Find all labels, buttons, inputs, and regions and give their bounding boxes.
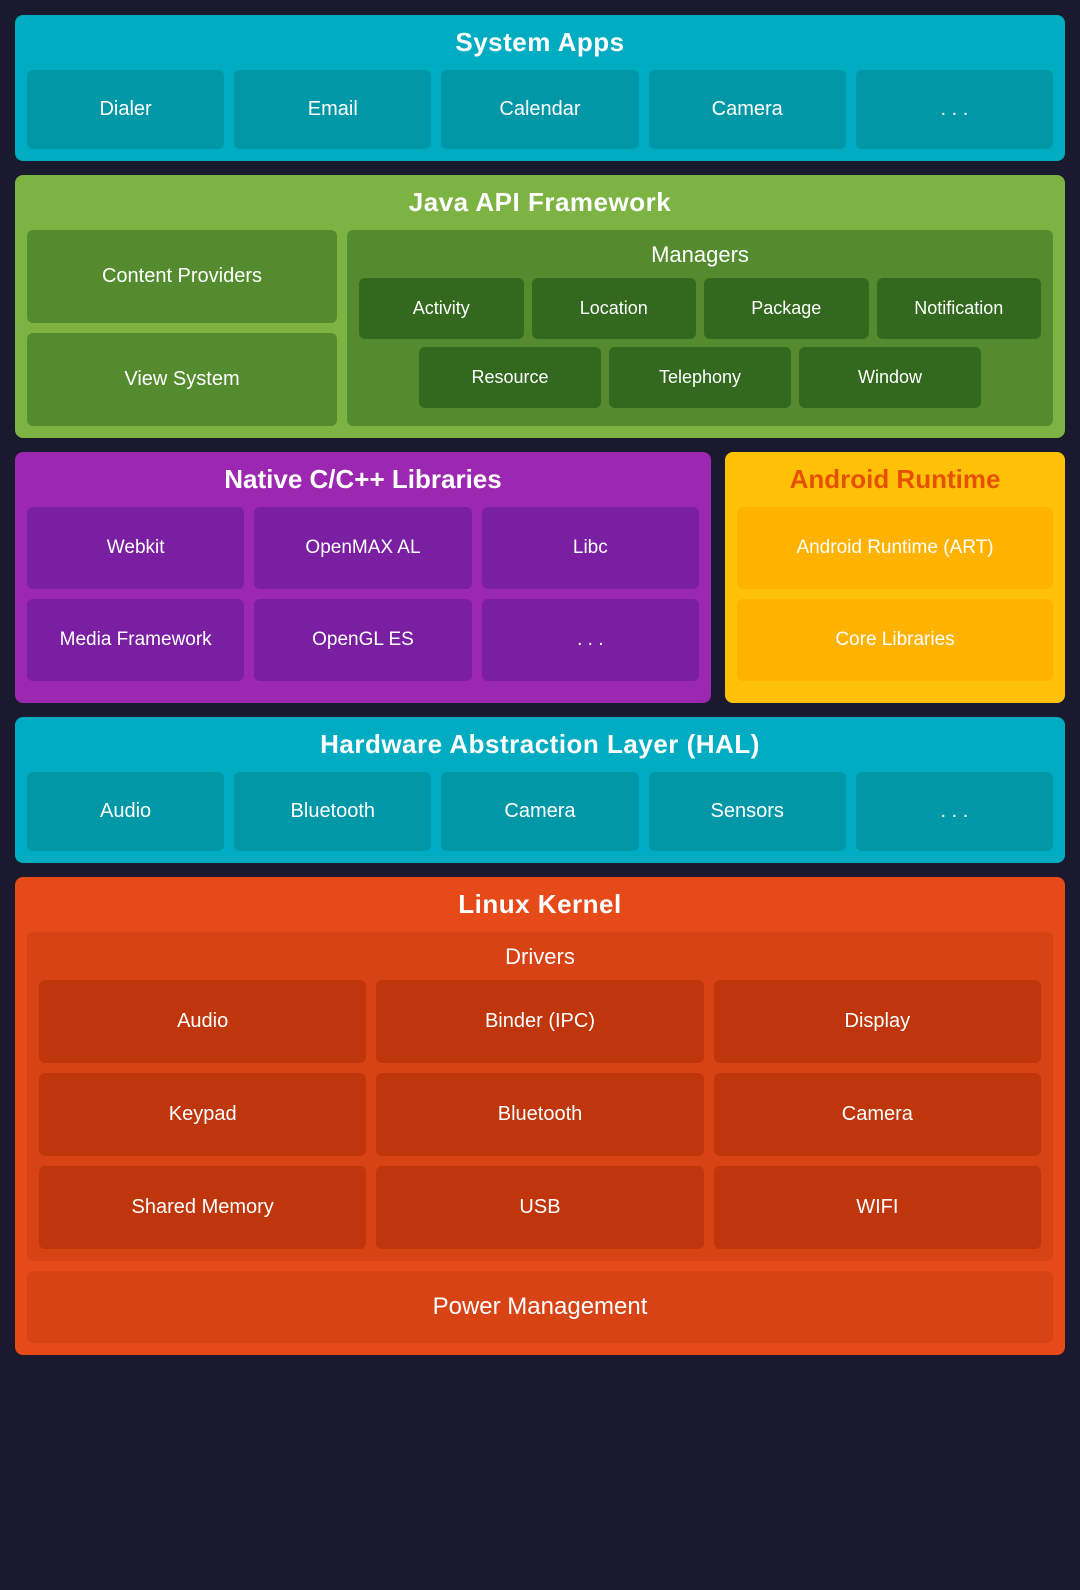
driver-wifi: WIFI bbox=[714, 1166, 1041, 1249]
java-api-title: Java API Framework bbox=[27, 187, 1053, 218]
android-runtime-layer: Android Runtime Android Runtime (ART) Co… bbox=[725, 452, 1065, 703]
android-runtime-title: Android Runtime bbox=[737, 464, 1053, 495]
hal-bluetooth: Bluetooth bbox=[234, 772, 431, 851]
hal-camera: Camera bbox=[441, 772, 638, 851]
mgr-notification: Notification bbox=[877, 278, 1042, 339]
mgr-resource: Resource bbox=[419, 347, 601, 408]
native-cpp-title: Native C/C++ Libraries bbox=[27, 464, 699, 495]
linux-kernel-title: Linux Kernel bbox=[27, 889, 1053, 920]
native-cpp-layer: Native C/C++ Libraries Webkit OpenMAX AL… bbox=[15, 452, 711, 703]
view-system-box: View System bbox=[27, 333, 337, 426]
content-providers-box: Content Providers bbox=[27, 230, 337, 323]
native-openmax: OpenMAX AL bbox=[254, 507, 471, 589]
linux-kernel-layer: Linux Kernel Drivers Audio Binder (IPC) … bbox=[15, 877, 1065, 1355]
drivers-grid: Audio Binder (IPC) Display Keypad Blueto… bbox=[39, 980, 1041, 1249]
driver-usb: USB bbox=[376, 1166, 703, 1249]
system-apps-layer: System Apps Dialer Email Calendar Camera… bbox=[15, 15, 1065, 161]
hal-sensors: Sensors bbox=[649, 772, 846, 851]
drivers-box: Drivers Audio Binder (IPC) Display Keypa… bbox=[27, 932, 1053, 1261]
driver-keypad: Keypad bbox=[39, 1073, 366, 1156]
hal-more: . . . bbox=[856, 772, 1053, 851]
native-opengl: OpenGL ES bbox=[254, 599, 471, 681]
java-api-layer: Java API Framework Content Providers Vie… bbox=[15, 175, 1065, 438]
hal-audio: Audio bbox=[27, 772, 224, 851]
ar-art: Android Runtime (ART) bbox=[737, 507, 1053, 589]
mgr-telephony: Telephony bbox=[609, 347, 791, 408]
driver-display: Display bbox=[714, 980, 1041, 1063]
system-apps-grid: Dialer Email Calendar Camera . . . bbox=[27, 70, 1053, 149]
java-api-left: Content Providers View System bbox=[27, 230, 337, 426]
ar-core: Core Libraries bbox=[737, 599, 1053, 681]
sa-email: Email bbox=[234, 70, 431, 149]
driver-binder: Binder (IPC) bbox=[376, 980, 703, 1063]
sa-camera: Camera bbox=[649, 70, 846, 149]
driver-audio: Audio bbox=[39, 980, 366, 1063]
hal-layer: Hardware Abstraction Layer (HAL) Audio B… bbox=[15, 717, 1065, 863]
sa-dialer: Dialer bbox=[27, 70, 224, 149]
java-api-content: Content Providers View System Managers A… bbox=[27, 230, 1053, 426]
mgr-activity: Activity bbox=[359, 278, 524, 339]
managers-box: Managers Activity Location Package Notif… bbox=[347, 230, 1053, 426]
native-libc: Libc bbox=[482, 507, 699, 589]
native-mediafw: Media Framework bbox=[27, 599, 244, 681]
sa-calendar: Calendar bbox=[441, 70, 638, 149]
sa-more: . . . bbox=[856, 70, 1053, 149]
managers-title: Managers bbox=[359, 242, 1041, 268]
system-apps-title: System Apps bbox=[27, 27, 1053, 58]
middle-row: Native C/C++ Libraries Webkit OpenMAX AL… bbox=[15, 452, 1065, 703]
managers-row1: Activity Location Package Notification bbox=[359, 278, 1041, 339]
drivers-title: Drivers bbox=[39, 944, 1041, 970]
driver-camera: Camera bbox=[714, 1073, 1041, 1156]
mgr-location: Location bbox=[532, 278, 697, 339]
power-management: Power Management bbox=[27, 1271, 1053, 1343]
native-webkit: Webkit bbox=[27, 507, 244, 589]
driver-bluetooth: Bluetooth bbox=[376, 1073, 703, 1156]
mgr-package: Package bbox=[704, 278, 869, 339]
native-cpp-grid: Webkit OpenMAX AL Libc Media Framework O… bbox=[27, 507, 699, 681]
driver-sharedmem: Shared Memory bbox=[39, 1166, 366, 1249]
native-more: . . . bbox=[482, 599, 699, 681]
managers-row2: Resource Telephony Window bbox=[359, 347, 1041, 408]
hal-grid: Audio Bluetooth Camera Sensors . . . bbox=[27, 772, 1053, 851]
hal-title: Hardware Abstraction Layer (HAL) bbox=[27, 729, 1053, 760]
mgr-window: Window bbox=[799, 347, 981, 408]
